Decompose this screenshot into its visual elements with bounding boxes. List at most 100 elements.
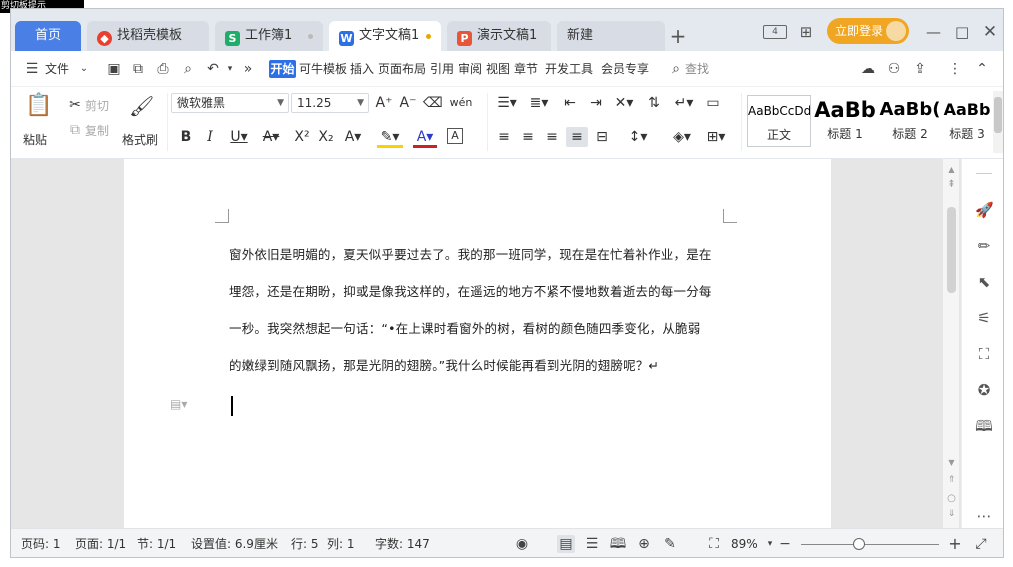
close-icon[interactable]: ✕ [982, 23, 998, 41]
style-heading2[interactable]: AaBb( 标题 2 [879, 95, 941, 147]
paste-label[interactable]: 粘贴 [23, 131, 47, 148]
menu-page-layout[interactable]: 页面布局 [378, 61, 426, 77]
cloud-sync-icon[interactable]: ☁ [859, 60, 877, 78]
status-section[interactable]: 节: 1/1 [137, 537, 176, 551]
prev-page-icon[interactable]: ⇑ [947, 475, 956, 485]
zoom-level[interactable]: 89% [731, 537, 758, 551]
scroll-up-icon[interactable]: ▲ [947, 165, 956, 174]
sliders-icon[interactable]: ⚟ [975, 309, 993, 327]
save-icon[interactable]: ▣ [105, 60, 123, 78]
eye-protection-icon[interactable]: ◉ [513, 535, 531, 553]
menu-developer[interactable]: 开发工具 [545, 61, 593, 77]
add-tab-button[interactable]: + [667, 25, 689, 47]
font-name-select[interactable]: 微软雅黑 ▼ [171, 93, 289, 113]
menu-file[interactable]: 文件 [45, 61, 69, 77]
cut-label[interactable]: 剪切 [85, 97, 109, 114]
status-word-count[interactable]: 字数: 147 [375, 537, 430, 551]
search-icon[interactable]: ⌕ [667, 60, 685, 78]
font-grow-icon[interactable]: A⁺ [375, 95, 393, 111]
login-button[interactable]: 立即登录 [827, 18, 909, 44]
app-grid-icon[interactable]: ⊞ [796, 23, 816, 41]
font-color-icon[interactable]: A▾ [413, 129, 437, 148]
menu-section[interactable]: 章节 [514, 61, 538, 77]
justify-icon[interactable]: ≡ [566, 127, 588, 147]
distribute-icon[interactable]: ⊟ [593, 129, 611, 145]
shading-icon[interactable]: ◈▾ [669, 129, 695, 145]
menu-vip[interactable]: 会员专享 [601, 61, 649, 77]
document-body[interactable]: 窗外依旧是明媚的，夏天似乎要过去了。我的那一班同学，现在是在忙着补作业，是在 埋… [229, 236, 724, 384]
chevron-down-icon[interactable]: ⌄ [75, 60, 93, 78]
text-effect-icon[interactable]: A▾ [341, 129, 365, 145]
tab-presentation[interactable]: P 演示文稿1 [447, 21, 551, 51]
clear-format-icon[interactable]: ⌫ [423, 95, 443, 111]
strikethrough-icon[interactable]: A▾ [259, 129, 283, 145]
tab-home[interactable]: 首页 [15, 21, 81, 51]
rocket-icon[interactable]: 🚀 [975, 201, 994, 219]
status-setting[interactable]: 设置值: 6.9厘米 [191, 537, 278, 551]
menu-review[interactable]: 审阅 [458, 61, 482, 77]
style-heading1[interactable]: AaBb 标题 1 [813, 95, 877, 147]
fullscreen-icon[interactable]: ⤢ [972, 535, 990, 553]
zoom-slider-thumb[interactable] [853, 538, 865, 550]
paste-icon[interactable]: 📋 [25, 93, 52, 119]
tab-spreadsheet[interactable]: S 工作簿1 [215, 21, 323, 51]
more-icon[interactable]: » [239, 60, 257, 78]
paragraph-handle-icon[interactable]: ▤▾ [170, 397, 187, 411]
pointer-icon[interactable]: ⬉ [975, 273, 993, 291]
format-painter-icon[interactable]: 🖌 [129, 93, 154, 119]
highlight-icon[interactable]: ✎▾ [377, 129, 403, 148]
print-icon[interactable]: ⎙ [154, 60, 172, 78]
collaborate-icon[interactable]: ⚇ [885, 60, 903, 78]
bullet-list-icon[interactable]: ☰▾ [495, 95, 519, 111]
hamburger-icon[interactable]: ☰ [23, 60, 41, 78]
outline-view-icon[interactable]: ☰ [583, 535, 601, 553]
share-icon[interactable]: ⇪ [911, 60, 929, 78]
book-search-icon[interactable]: 🕮 [975, 417, 993, 435]
pen-icon[interactable]: ✏ [975, 237, 993, 255]
decrease-indent-icon[interactable]: ⇤ [561, 95, 579, 111]
char-border-icon[interactable]: A [447, 128, 463, 144]
underline-icon[interactable]: U▾ [227, 129, 251, 145]
align-left-icon[interactable]: ≡ [495, 129, 513, 145]
document-page[interactable]: 窗外依旧是明媚的，夏天似乎要过去了。我的那一班同学，现在是在忙着补作业，是在 埋… [124, 159, 831, 528]
window-mode-icon[interactable]: 4 [763, 25, 787, 39]
ruler-icon[interactable]: ▭ [703, 95, 723, 111]
style-normal[interactable]: AaBbCcDd 正文 [747, 95, 811, 147]
undo-icon[interactable]: ↶ [204, 60, 222, 78]
chinese-layout-icon[interactable]: ✕▾ [611, 95, 637, 111]
menu-insert[interactable]: 插入 [350, 61, 374, 77]
fit-page-icon[interactable]: ⛶ [705, 535, 723, 553]
bold-icon[interactable]: B [179, 129, 193, 145]
status-row[interactable]: 行: 5 [291, 537, 319, 551]
menu-template[interactable]: 可牛模板 [299, 61, 347, 77]
menu-start[interactable]: 开始 [269, 60, 296, 78]
compass-icon[interactable]: ✪ [975, 381, 993, 399]
collapse-ribbon-icon[interactable]: ⌃ [973, 60, 991, 78]
italic-icon[interactable]: I [203, 129, 217, 145]
align-right-icon[interactable]: ≡ [543, 129, 561, 145]
line-spacing-icon[interactable]: ↕▾ [625, 129, 651, 145]
undo-dropdown-icon[interactable]: ▾ [221, 60, 239, 78]
minimize-icon[interactable]: — [926, 23, 941, 41]
web-view-icon[interactable]: ⊕ [635, 535, 653, 553]
superscript-icon[interactable]: X² [293, 129, 311, 145]
subscript-icon[interactable]: X₂ [317, 129, 335, 145]
styles-scrollbar-thumb[interactable] [994, 97, 1002, 133]
image-settings-icon[interactable]: ⛶ [975, 345, 993, 363]
status-pages[interactable]: 页面: 1/1 [75, 537, 126, 551]
zoom-in-icon[interactable]: + [946, 535, 964, 553]
menu-view[interactable]: 视图 [486, 61, 510, 77]
more-dots-icon[interactable]: ⋯ [975, 507, 993, 525]
tab-template[interactable]: ◆ 找稻壳模板 [87, 21, 209, 51]
menu-search[interactable]: 查找 [685, 61, 709, 77]
next-page-icon[interactable]: ⇓ [947, 509, 956, 519]
phonetic-guide-icon[interactable]: wén [449, 95, 473, 111]
sort-icon[interactable]: ⇅ [645, 95, 663, 111]
font-size-select[interactable]: 11.25 ▼ [291, 93, 369, 113]
zoom-out-icon[interactable]: − [776, 535, 794, 553]
borders-icon[interactable]: ⊞▾ [703, 129, 729, 145]
scroll-top-icon[interactable]: ⇞ [947, 179, 956, 190]
reading-view-icon[interactable]: 🕮 [609, 535, 627, 553]
select-browse-icon[interactable]: ○ [947, 493, 956, 504]
tab-document[interactable]: W 文字文稿1 [329, 21, 441, 51]
